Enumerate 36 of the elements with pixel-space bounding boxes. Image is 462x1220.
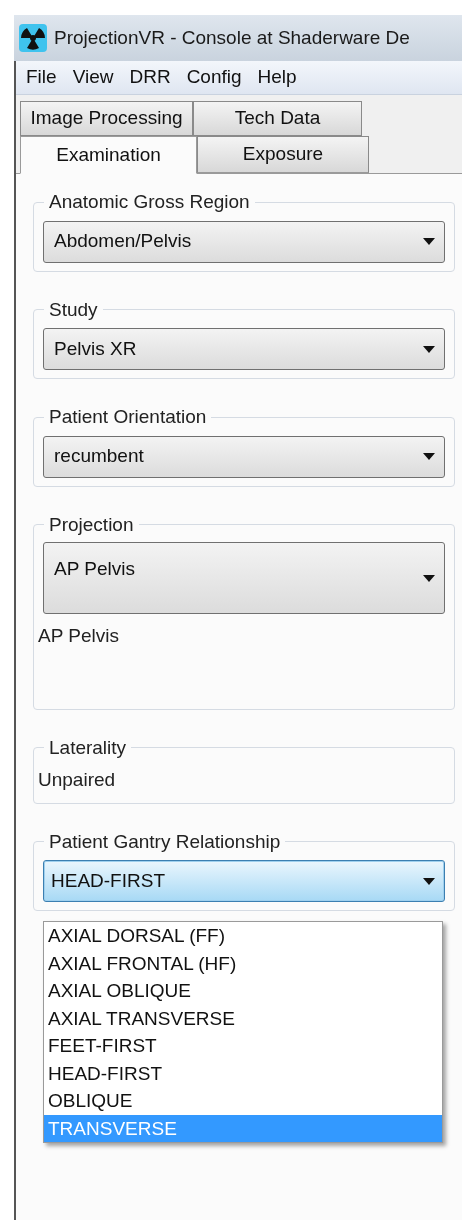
menu-item[interactable]: Config <box>186 63 242 92</box>
tab[interactable]: Tech Data <box>193 101 362 136</box>
dropdown[interactable]: Pelvis XR <box>43 328 445 370</box>
tab[interactable]: Image Processing <box>20 101 193 136</box>
laterality-value: Unpaired <box>38 768 117 792</box>
dropdown-option[interactable]: AXIAL OBLIQUE <box>44 977 442 1005</box>
group-label: Laterality <box>48 735 128 760</box>
dropdown-option[interactable]: OBLIQUE <box>44 1087 442 1115</box>
dropdown[interactable]: Abdomen/Pelvis <box>43 220 445 263</box>
tab[interactable]: Exposure <box>197 136 369 173</box>
dropdown[interactable]: recumbent <box>43 435 445 478</box>
caret-icon <box>423 345 435 353</box>
caret-icon <box>423 574 435 582</box>
dropdown-option[interactable]: AXIAL TRANSVERSE <box>44 1004 442 1032</box>
dropdown-option[interactable]: FEET-FIRST <box>44 1032 442 1060</box>
menu-item[interactable]: View <box>72 63 114 92</box>
window-title: ProjectionVR - Console at Shaderware De <box>54 25 410 50</box>
dropdown-option[interactable]: AXIAL DORSAL (FF) <box>44 922 442 950</box>
menu-item[interactable]: File <box>26 63 57 92</box>
group-label: Study <box>48 297 99 322</box>
dropdown[interactable]: HEAD-FIRST <box>43 860 445 902</box>
menu-item[interactable]: DRR <box>129 63 171 92</box>
dropdown[interactable]: AP Pelvis <box>43 542 445 614</box>
radiation-icon <box>18 23 48 53</box>
dropdown-option[interactable]: AXIAL FRONTAL (HF) <box>44 949 442 977</box>
caret-icon <box>423 877 435 885</box>
group-label: Patient Orientation <box>48 405 208 429</box>
menu-item[interactable]: Help <box>257 63 297 92</box>
tab[interactable]: Examination <box>20 136 197 174</box>
group-label: Patient Gantry Relationship <box>48 829 282 854</box>
caret-icon <box>423 453 435 460</box>
group-label: Anatomic Gross Region <box>48 190 251 214</box>
dropdown-option[interactable]: HEAD-FIRST <box>44 1059 442 1087</box>
caret-icon <box>423 238 435 245</box>
group-label: Projection <box>48 512 135 537</box>
projection-description: AP Pelvis <box>38 624 120 648</box>
